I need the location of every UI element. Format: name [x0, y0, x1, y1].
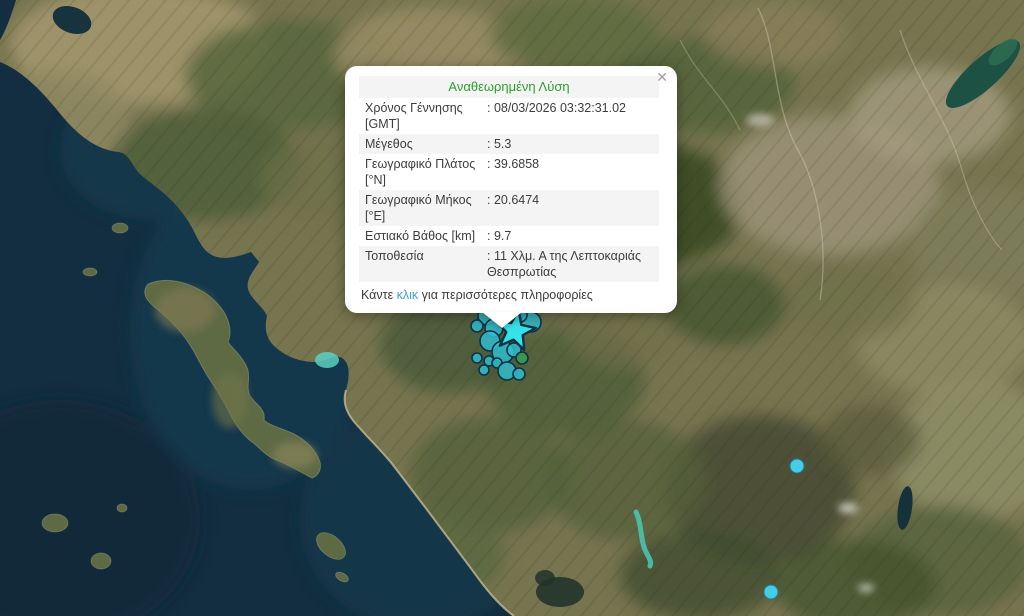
quake-circle[interactable] — [479, 365, 489, 375]
row-magnitude: Μέγεθος : 5.3 — [359, 134, 659, 154]
row-value: : 11 Χλμ. Α της Λεπτοκαριάς Θεσπρωτίας — [485, 248, 653, 280]
row-value: : 5.3 — [485, 136, 653, 152]
quake-dot[interactable] — [764, 585, 778, 599]
row-location: Τοποθεσία : 11 Χλμ. Α της Λεπτοκαριάς Θε… — [359, 246, 659, 282]
close-icon[interactable]: ✕ — [656, 70, 668, 84]
footer-text-post: για περισσότερες πληροφορίες — [418, 288, 593, 302]
row-value: : 08/03/2026 03:32:31.02 — [485, 100, 653, 132]
row-value: : 9.7 — [485, 228, 653, 244]
popup-title: Αναθεωρημένη Λύση — [359, 76, 659, 98]
row-label: Τοποθεσία — [365, 248, 483, 280]
row-label: Γεωγραφικό Πλάτος [°N] — [365, 156, 483, 188]
row-label: Γεωγραφικό Μήκος [°E] — [365, 192, 483, 224]
row-longitude: Γεωγραφικό Μήκος [°E] : 20.6474 — [359, 190, 659, 226]
row-latitude: Γεωγραφικό Πλάτος [°N] : 39.6858 — [359, 154, 659, 190]
earthquake-popup: ✕ Αναθεωρημένη Λύση Χρόνος Γέννησης [GMT… — [345, 66, 677, 313]
popup-footer: Κάντε κλικ για περισσότερες πληροφορίες — [359, 287, 659, 303]
row-label: Χρόνος Γέννησης [GMT] — [365, 100, 483, 132]
quake-circle[interactable] — [513, 368, 525, 380]
row-origin-time: Χρόνος Γέννησης [GMT] : 08/03/2026 03:32… — [359, 98, 659, 134]
popup-tail — [482, 312, 522, 328]
row-label: Μέγεθος — [365, 136, 483, 152]
row-label: Εστιακό Βάθος [km] — [365, 228, 483, 244]
quake-circle[interactable] — [472, 353, 482, 363]
quake-circle[interactable] — [516, 352, 528, 364]
row-depth: Εστιακό Βάθος [km] : 9.7 — [359, 226, 659, 246]
more-info-link[interactable]: κλικ — [397, 288, 419, 302]
quake-dot[interactable] — [790, 459, 804, 473]
footer-text-pre: Κάντε — [361, 288, 397, 302]
row-value: : 20.6474 — [485, 192, 653, 224]
row-value: : 39.6858 — [485, 156, 653, 188]
